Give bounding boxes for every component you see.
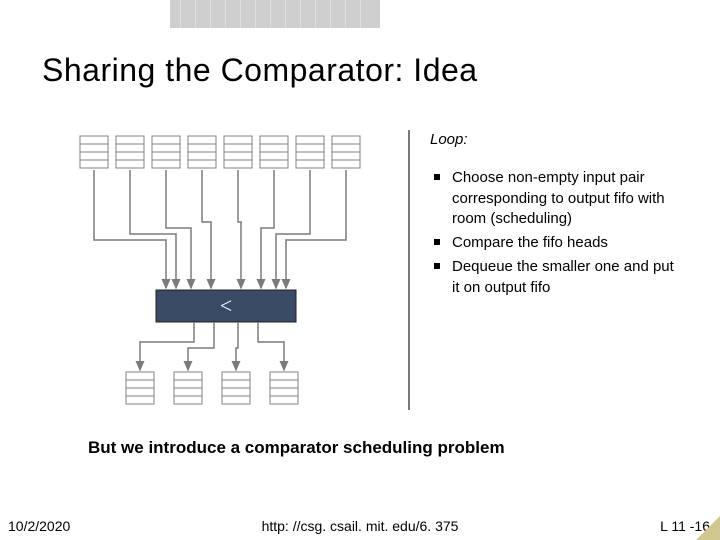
header-tab-bar <box>170 0 380 28</box>
loop-description: Loop: Choose non-empty input pair corres… <box>430 130 685 302</box>
loop-step: Choose non-empty input pair correspondin… <box>430 168 685 229</box>
loop-step: Compare the fifo heads <box>430 233 685 253</box>
caption: But we introduce a comparator scheduling… <box>88 438 505 458</box>
comparator-diagram: < <box>76 130 386 430</box>
footer-url: http: //csg. csail. mit. edu/6. 375 <box>0 518 720 534</box>
page-curl-icon <box>696 516 720 540</box>
loop-step: Dequeue the smaller one and put it on ou… <box>430 257 685 298</box>
svg-text:<: < <box>220 293 232 318</box>
loop-steps: Choose non-empty input pair correspondin… <box>430 168 685 298</box>
slide-title: Sharing the Comparator: Idea <box>42 52 478 89</box>
accent-bar <box>408 130 410 410</box>
loop-label: Loop: <box>430 130 685 150</box>
